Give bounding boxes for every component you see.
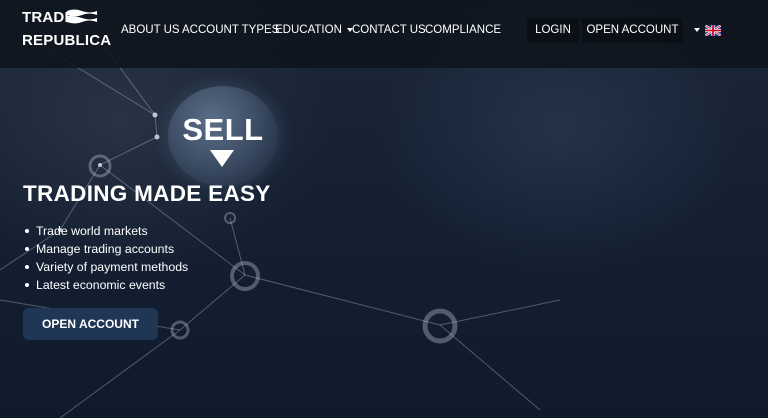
login-button[interactable]: LOGIN xyxy=(527,18,579,43)
language-selector[interactable] xyxy=(694,24,724,38)
nav-about-us[interactable]: ABOUT US xyxy=(121,23,180,37)
navbar: TRADE REPUBLICA ABOUT US ACCOUNT TYPES E… xyxy=(0,0,768,68)
feature-list: Trade world markets Manage trading accou… xyxy=(23,222,188,294)
logo-text-line2: REPUBLICA xyxy=(22,32,112,49)
chevron-down-icon xyxy=(694,28,700,32)
feature-item: Trade world markets xyxy=(23,222,188,240)
open-account-cta-button[interactable]: OPEN ACCOUNT xyxy=(23,308,158,340)
feature-item: Variety of payment methods xyxy=(23,258,188,276)
sell-label: SELL xyxy=(182,112,264,147)
uk-flag-icon xyxy=(705,25,721,36)
arrow-down-icon xyxy=(210,150,234,167)
open-account-nav-button[interactable]: OPEN ACCOUNT xyxy=(582,18,683,43)
flag-logo-icon xyxy=(67,9,97,24)
hero-headline: TRADING MADE EASY xyxy=(23,181,271,206)
nav-education-label: EDUCATION xyxy=(275,24,342,36)
nav-compliance[interactable]: COMPLIANCE xyxy=(425,23,501,37)
sell-bubble: SELL xyxy=(168,86,278,186)
nav-contact-us[interactable]: CONTACT US xyxy=(352,23,426,37)
brand-logo[interactable]: TRADE REPUBLICA xyxy=(22,8,111,54)
feature-item: Manage trading accounts xyxy=(23,240,188,258)
nav-account-types[interactable]: ACCOUNT TYPES xyxy=(182,23,279,37)
nav-education[interactable]: EDUCATION xyxy=(275,23,353,37)
feature-item: Latest economic events xyxy=(23,276,188,294)
